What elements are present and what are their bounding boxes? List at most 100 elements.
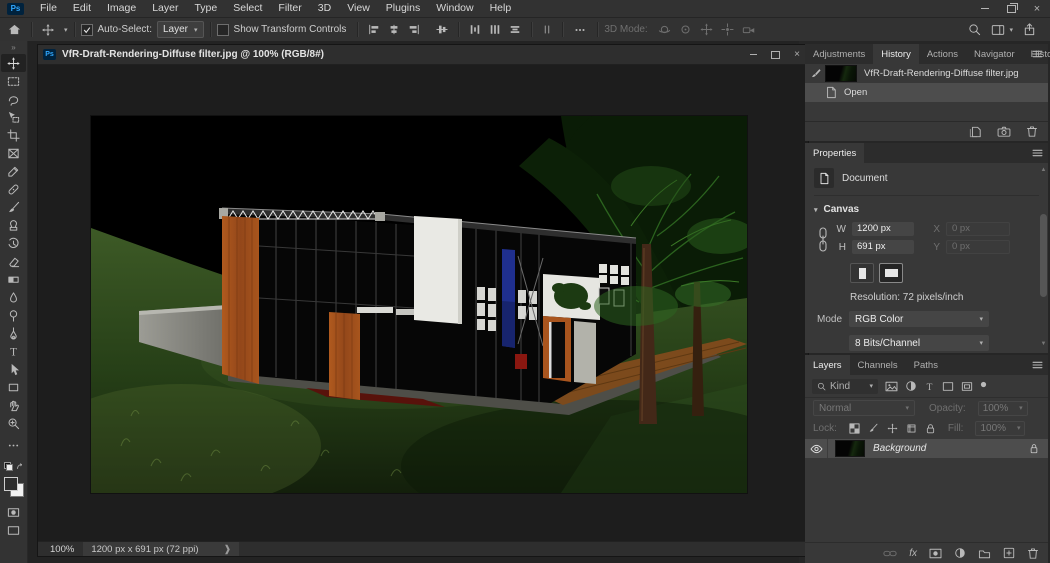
menu-window[interactable]: Window (428, 0, 481, 17)
align-vertical-centers-icon[interactable] (432, 18, 452, 41)
filter-smart-objects-icon[interactable] (961, 381, 973, 392)
move-tool-icon[interactable] (38, 18, 58, 41)
tool-frame[interactable] (1, 144, 26, 162)
foreground-color-swatch[interactable] (4, 477, 18, 491)
workspace-caret-icon[interactable]: ▾ (1009, 26, 1013, 34)
distribute-vertical-icon[interactable] (505, 18, 525, 41)
tool-blur[interactable] (1, 288, 26, 306)
new-group-folder-icon[interactable] (978, 548, 991, 559)
properties-scrollbar[interactable]: ▲ ▼ (1040, 167, 1047, 347)
color-mode-dropdown[interactable]: RGB Color▾ (849, 311, 989, 327)
menu-image[interactable]: Image (99, 0, 144, 17)
tool-lasso[interactable] (1, 90, 26, 108)
status-options-chevron-icon[interactable]: ❱ (209, 544, 231, 555)
new-adjustment-layer-icon[interactable] (954, 547, 966, 559)
share-icon[interactable] (1023, 23, 1036, 36)
lock-image-pixels-icon[interactable] (868, 423, 879, 434)
tool-clone-stamp[interactable] (1, 216, 26, 234)
filter-type-layers-icon[interactable]: T (924, 381, 935, 392)
tab-channels[interactable]: Channels (850, 355, 906, 375)
landscape-orientation-button[interactable] (879, 263, 903, 283)
menu-3d[interactable]: 3D (310, 0, 339, 17)
snapshot-thumbnail[interactable] (825, 65, 857, 82)
portrait-orientation-button[interactable] (850, 263, 874, 283)
tab-layers[interactable]: Layers (805, 355, 850, 375)
history-snapshot-row[interactable]: VfR-Draft-Rendering-Diffuse filter.jpg (805, 64, 1048, 83)
filter-adjustment-layers-icon[interactable] (905, 380, 917, 392)
history-step-open[interactable]: Open (805, 83, 1048, 102)
layers-panel-menu-icon[interactable] (1032, 361, 1043, 369)
swap-colors-icon[interactable] (16, 463, 24, 471)
auto-select-dropdown[interactable]: Layer▾ (157, 21, 204, 38)
link-layers-icon[interactable] (883, 549, 897, 558)
tool-hand[interactable] (1, 396, 26, 414)
tool-pen[interactable] (1, 324, 26, 342)
tool-rectangle-shape[interactable] (1, 378, 26, 396)
distribute-spacing-icon[interactable] (538, 18, 556, 41)
properties-panel-menu-icon[interactable] (1032, 149, 1043, 157)
tab-navigator[interactable]: Navigator (966, 44, 1023, 64)
tool-gradient[interactable] (1, 270, 26, 288)
workspace-switcher-icon[interactable] (991, 24, 1005, 36)
tool-spot-healing-brush[interactable] (1, 180, 26, 198)
distribute-center-icon[interactable] (485, 18, 505, 41)
menu-edit[interactable]: Edit (65, 0, 99, 17)
menu-filter[interactable]: Filter (270, 0, 309, 17)
tab-actions[interactable]: Actions (919, 44, 966, 64)
new-document-from-state-icon[interactable] (969, 126, 982, 138)
align-horizontal-centers-icon[interactable] (384, 18, 404, 41)
tool-zoom[interactable] (1, 414, 26, 432)
filter-kind-dropdown[interactable]: Kind ▾ (812, 379, 878, 394)
close-icon[interactable]: × (1024, 0, 1050, 17)
status-info-box[interactable]: 1200 px x 691 px (72 ppi) ❱ (83, 542, 239, 556)
collapse-tools-icon[interactable]: » (11, 42, 15, 54)
distribute-left-icon[interactable] (465, 18, 485, 41)
minimize-icon[interactable] (972, 0, 998, 17)
layer-name[interactable]: Background (873, 443, 926, 454)
doc-maximize-icon[interactable] (764, 45, 786, 64)
pasteboard[interactable] (38, 65, 808, 541)
home-icon[interactable] (4, 18, 25, 41)
background-layer-row[interactable]: Background (805, 439, 1048, 458)
tab-paths[interactable]: Paths (906, 355, 946, 375)
show-transform-checkbox[interactable] (217, 24, 229, 36)
tool-history-brush[interactable] (1, 234, 26, 252)
tab-adjustments[interactable]: Adjustments (805, 44, 873, 64)
3d-pan-icon[interactable] (696, 18, 717, 41)
tool-brush[interactable] (1, 198, 26, 216)
3d-roll-icon[interactable] (675, 18, 696, 41)
menu-select[interactable]: Select (225, 0, 270, 17)
tool-rectangular-marquee[interactable] (1, 72, 26, 90)
move-tool-caret-icon[interactable]: ▾ (64, 26, 68, 34)
new-snapshot-camera-icon[interactable] (997, 126, 1011, 137)
delete-state-trash-icon[interactable] (1026, 125, 1038, 138)
menu-help[interactable]: Help (482, 0, 520, 17)
tool-move[interactable] (1, 54, 26, 72)
menu-file[interactable]: File (32, 0, 65, 17)
align-right-edges-icon[interactable] (404, 18, 424, 41)
filter-shape-layers-icon[interactable] (942, 381, 954, 392)
new-layer-icon[interactable] (1003, 547, 1015, 559)
3d-slide-icon[interactable] (717, 18, 738, 41)
layer-visibility-eye-icon[interactable] (805, 439, 828, 458)
auto-select-checkbox[interactable] (81, 24, 93, 36)
tab-history[interactable]: History (873, 44, 919, 64)
history-brush-source-icon[interactable] (805, 68, 825, 79)
filter-toggle-icon[interactable] (980, 381, 987, 388)
search-icon[interactable] (968, 23, 981, 36)
history-panel-menu-icon[interactable] (1032, 50, 1043, 58)
tab-properties[interactable]: Properties (805, 143, 864, 163)
align-left-edges-icon[interactable] (364, 18, 384, 41)
edit-toolbar-icon[interactable] (1, 436, 26, 454)
add-layer-mask-icon[interactable] (929, 548, 942, 559)
tool-crop[interactable] (1, 126, 26, 144)
collapse-chevron-icon[interactable]: ▾ (814, 206, 818, 214)
tool-eyedropper[interactable] (1, 162, 26, 180)
scroll-up-icon[interactable]: ▲ (1040, 167, 1047, 173)
quick-mask-icon[interactable] (1, 503, 26, 521)
tool-eraser[interactable] (1, 252, 26, 270)
layer-thumbnail[interactable] (835, 440, 865, 457)
scrollbar-thumb[interactable] (1040, 214, 1047, 297)
width-field[interactable]: 1200 px (852, 222, 914, 236)
constrain-chain-icon[interactable] (818, 227, 828, 253)
